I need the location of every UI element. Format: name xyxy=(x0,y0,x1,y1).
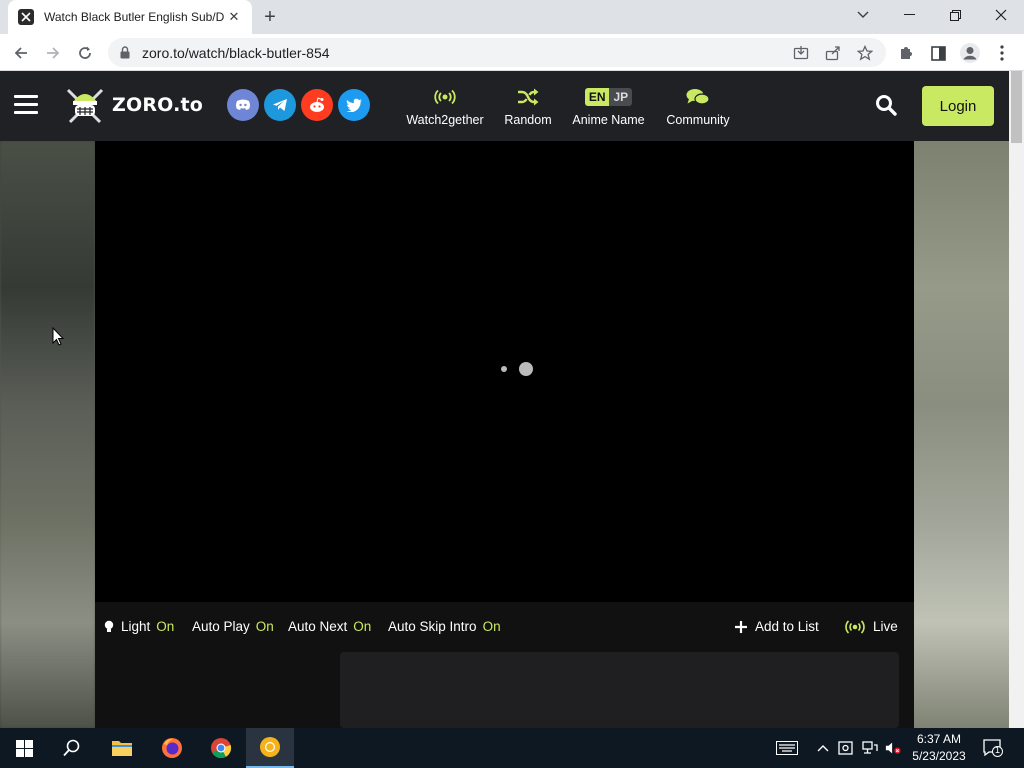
twitter-icon[interactable] xyxy=(338,89,370,121)
background-art-left xyxy=(0,141,95,728)
live-broadcast-icon xyxy=(845,619,865,634)
zoro-favicon-icon xyxy=(18,9,34,25)
site-logo[interactable]: ZORO.to xyxy=(64,84,203,126)
autoplay-toggle[interactable]: Auto Play On xyxy=(192,619,274,634)
video-player[interactable] xyxy=(95,141,914,602)
minimize-button[interactable] xyxy=(886,0,932,30)
light-state: On xyxy=(156,619,175,634)
network-icon[interactable] xyxy=(862,740,878,756)
autoplay-label: Auto Play xyxy=(192,619,250,634)
player-controls-bar: Light On Auto Play On Auto Next On Auto … xyxy=(95,602,914,652)
nav-community[interactable]: Community xyxy=(664,86,732,127)
install-app-icon[interactable] xyxy=(792,44,810,62)
autonext-label: Auto Next xyxy=(288,619,348,634)
nav-random[interactable]: Random xyxy=(503,86,553,127)
browser-toolbar: zoro.to/watch/black-butler-854 xyxy=(0,34,1024,71)
add-to-list-button[interactable]: Add to List xyxy=(735,619,819,634)
show-hidden-icons-chevron-icon[interactable] xyxy=(815,740,831,756)
language-toggle[interactable]: EN JP xyxy=(570,86,647,108)
notifications-icon[interactable]: 1 xyxy=(983,739,1003,757)
light-label: Light xyxy=(121,619,151,634)
chat-bubbles-icon xyxy=(664,86,732,108)
loading-spinner-dot xyxy=(501,366,507,372)
system-clock[interactable]: 6:37 AM 5/23/2023 xyxy=(904,731,974,765)
profile-avatar-icon[interactable] xyxy=(957,40,983,66)
telegram-icon[interactable] xyxy=(264,89,296,121)
file-explorer-icon[interactable] xyxy=(98,728,146,768)
broadcast-icon xyxy=(404,86,486,108)
nav-label: Random xyxy=(504,113,552,127)
side-panel-icon[interactable] xyxy=(925,40,951,66)
chrome-menu-icon[interactable] xyxy=(989,40,1015,66)
nav-label: Watch2gether xyxy=(406,113,484,127)
nav-watch2gether[interactable]: Watch2gether xyxy=(404,86,486,127)
discord-icon[interactable] xyxy=(227,89,259,121)
add-to-list-label: Add to List xyxy=(755,619,819,634)
autonext-state: On xyxy=(353,619,372,634)
light-toggle[interactable]: Light On xyxy=(104,619,174,634)
page-content: Light On Auto Play On Auto Next On Auto … xyxy=(0,141,1009,728)
episodes-panel xyxy=(95,652,914,728)
autoskip-state: On xyxy=(482,619,501,634)
restore-button[interactable] xyxy=(932,0,978,30)
close-window-button[interactable] xyxy=(978,0,1024,30)
live-label: Live xyxy=(873,619,898,634)
tab-search-chevron-icon[interactable] xyxy=(840,0,886,30)
mouse-cursor-icon xyxy=(52,326,65,351)
browser-tab[interactable]: Watch Black Butler English Sub/Dub onlin… xyxy=(8,0,252,34)
taskbar-search-icon[interactable] xyxy=(48,728,96,768)
live-button[interactable]: Live xyxy=(845,619,898,634)
login-button[interactable]: Login xyxy=(922,86,994,126)
autoskip-label: Auto Skip Intro xyxy=(388,619,477,634)
new-tab-button[interactable]: + xyxy=(258,6,282,28)
page-scrollbar[interactable] xyxy=(1009,71,1024,728)
forward-arrow-icon[interactable] xyxy=(40,40,66,66)
autonext-toggle[interactable]: Auto Next On xyxy=(288,619,371,634)
loading-spinner-dot xyxy=(519,362,533,376)
tab-close-icon[interactable]: ✕ xyxy=(226,9,242,25)
windows-start-icon[interactable] xyxy=(0,728,48,768)
lock-icon[interactable] xyxy=(120,46,130,64)
chrome-canary-icon[interactable] xyxy=(246,728,294,768)
security-shield-icon[interactable] xyxy=(838,740,854,756)
nav-label: Anime Name xyxy=(572,113,645,127)
scrollbar-thumb[interactable] xyxy=(1011,71,1022,143)
zoro-mascot-icon xyxy=(66,88,104,124)
browser-tab-strip: Watch Black Butler English Sub/Dub onlin… xyxy=(0,0,1024,34)
logo-text: ZORO.to xyxy=(112,94,204,116)
lightbulb-icon xyxy=(104,620,114,632)
firefox-icon[interactable] xyxy=(148,728,196,768)
hamburger-menu-icon[interactable] xyxy=(14,95,38,115)
windows-taskbar: 6:37 AM 5/23/2023 1 xyxy=(0,728,1024,768)
volume-muted-icon[interactable] xyxy=(885,740,901,756)
nav-label: Community xyxy=(666,113,730,127)
nav-anime-name[interactable]: EN JP Anime Name xyxy=(570,86,647,127)
back-arrow-icon[interactable] xyxy=(8,40,34,66)
chrome-icon[interactable] xyxy=(197,728,245,768)
autoplay-state: On xyxy=(255,619,274,634)
shuffle-icon xyxy=(503,86,553,108)
share-icon[interactable] xyxy=(824,44,842,62)
bookmark-star-icon[interactable] xyxy=(856,44,874,62)
plus-icon xyxy=(735,620,747,633)
tab-title: Watch Black Butler English Sub/Dub onlin… xyxy=(44,10,224,24)
clock-time: 6:37 AM xyxy=(916,732,962,746)
extensions-puzzle-icon[interactable] xyxy=(893,40,919,66)
reload-icon[interactable] xyxy=(72,40,98,66)
clock-date: 5/23/2023 xyxy=(912,749,966,763)
site-header: ZORO.to Watch2gether Random EN JP Anime … xyxy=(0,71,1009,141)
notification-count: 1 xyxy=(994,745,1000,755)
address-bar[interactable]: zoro.to/watch/black-butler-854 xyxy=(108,38,886,67)
autoskip-intro-toggle[interactable]: Auto Skip Intro On xyxy=(388,619,501,634)
search-icon[interactable] xyxy=(875,94,899,118)
lang-jp-option[interactable]: JP xyxy=(609,88,633,106)
background-art-right xyxy=(914,141,1009,728)
reddit-icon[interactable] xyxy=(301,89,333,121)
keyboard-icon[interactable] xyxy=(776,740,798,756)
server-select-panel xyxy=(340,652,899,728)
lang-en-option[interactable]: EN xyxy=(584,88,610,106)
url-text: zoro.to/watch/black-butler-854 xyxy=(142,45,330,61)
